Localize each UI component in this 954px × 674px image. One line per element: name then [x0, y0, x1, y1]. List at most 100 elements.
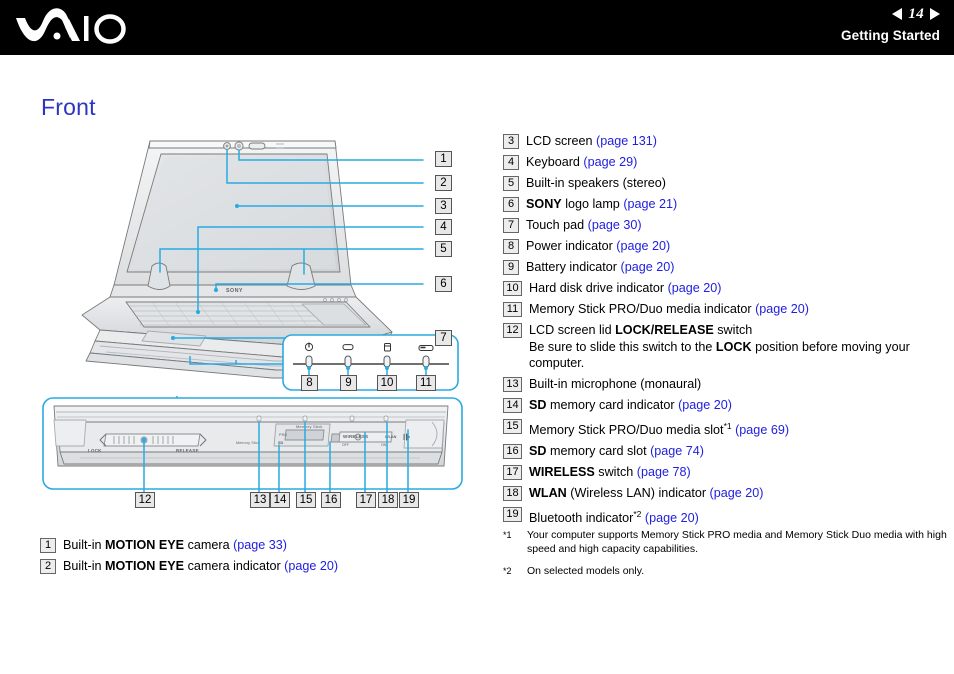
legend-item-10: 10 Hard disk drive indicator (page 20) — [503, 280, 948, 297]
footnotes-block: *1 Your computer supports Memory Stick PR… — [503, 528, 948, 590]
legend-number-13: 13 — [503, 377, 522, 392]
legend-number-5: 5 — [503, 176, 519, 191]
page-reference-link[interactable]: (page 74) — [650, 444, 704, 458]
legend-number-7: 7 — [503, 218, 519, 233]
legend-list-left: 1 Built-in MOTION EYE camera (page 33) 2 Bu… — [40, 537, 470, 579]
page-reference-link[interactable]: (page 20) — [616, 239, 670, 253]
vaio-logo — [14, 8, 136, 48]
document-page: 14 Getting Started Front SONY 1 2 3 4 5 … — [0, 0, 954, 674]
callout-box-16: 16 — [321, 492, 341, 508]
legend-number-6: 6 — [503, 197, 519, 212]
legend-number-17: 17 — [503, 465, 522, 481]
legend-text-4: Keyboard (page 29) — [526, 155, 638, 169]
legend-item-12: 12 LCD screen lid LOCK/RELEASE switch Be s… — [503, 322, 948, 372]
page-reference-link[interactable]: (page 33) — [233, 538, 287, 552]
legend-text-11: Memory Stick PRO/Duo media indicator (pa… — [529, 302, 809, 316]
legend-item-2: 2 Built-in MOTION EYE camera indicator (p… — [40, 558, 470, 575]
legend-item-6: 6 SONY logo lamp (page 21) — [503, 196, 948, 213]
legend-text-1: Built-in MOTION EYE camera (page 33) — [63, 538, 287, 552]
callout-box-14: 14 — [270, 492, 290, 508]
legend-number-4: 4 — [503, 155, 519, 170]
footnote-mark: *2 — [503, 566, 512, 576]
legend-number-10: 10 — [503, 281, 522, 296]
callout-box-5: 5 — [435, 241, 452, 257]
callout-box-11: 11 — [416, 375, 436, 391]
page-reference-link[interactable]: (page 30) — [588, 218, 642, 232]
page-reference-link[interactable]: (page 69) — [735, 423, 789, 437]
triangle-left-icon[interactable] — [892, 8, 903, 20]
legend-item-18: 18 WLAN (Wireless LAN) indicator (page 20… — [503, 485, 948, 502]
legend-text-8: Power indicator (page 20) — [526, 239, 671, 253]
figure-laptop-front-edge: LOCK RELEASE Memory Stick PRO SD Memory … — [40, 386, 465, 518]
legend-text-6: SONY logo lamp (page 21) — [526, 197, 678, 211]
page-navigator: 14 — [841, 4, 940, 24]
page-reference-link[interactable]: (page 20) — [621, 260, 675, 274]
header-right-block: 14 Getting Started — [841, 4, 940, 43]
page-reference-link[interactable]: (page 131) — [596, 134, 657, 148]
legend-text-13: Built-in microphone (monaural) — [529, 377, 702, 391]
legend-item-13: 13 Built-in microphone (monaural) — [503, 376, 948, 393]
legend-number-9: 9 — [503, 260, 519, 275]
figure-laptop-open: SONY 1 2 3 4 5 6 7 8 9 10 11 — [40, 132, 465, 394]
legend-number-15: 15 — [503, 419, 522, 434]
page-reference-link[interactable]: (page 20) — [678, 398, 732, 412]
callout-box-4: 4 — [435, 219, 452, 235]
page-reference-link[interactable]: (page 20) — [710, 486, 764, 500]
legend-text-16: SD memory card slot (page 74) — [529, 444, 704, 459]
legend-text-14: SD memory card indicator (page 20) — [529, 398, 732, 412]
svg-text:LOCK: LOCK — [88, 448, 102, 453]
legend-number-2: 2 — [40, 559, 56, 574]
page-reference-link[interactable]: (page 78) — [637, 465, 691, 479]
svg-text:Memory Stick: Memory Stick — [236, 441, 260, 445]
legend-number-11: 11 — [503, 302, 522, 317]
legend-number-3: 3 — [503, 134, 519, 149]
page-reference-link[interactable]: (page 20) — [645, 511, 699, 525]
svg-text:PRO: PRO — [279, 433, 287, 437]
footnote-marker: *1 — [723, 421, 732, 431]
legend-item-5: 5 Built-in speakers (stereo) — [503, 175, 948, 192]
callout-box-2: 2 — [435, 175, 452, 191]
page-reference-link[interactable]: (page 21) — [623, 197, 677, 211]
footnote-2: *2 On selected models only. — [503, 564, 948, 582]
legend-text-19: Bluetooth indicator*2 (page 20) — [529, 509, 699, 526]
svg-text:RELEASE: RELEASE — [176, 448, 199, 453]
callout-box-8: 8 — [301, 375, 318, 391]
legend-item-19: 19 Bluetooth indicator*2 (page 20) — [503, 506, 948, 527]
footnote-mark: *1 — [503, 530, 512, 540]
legend-number-12: 12 — [503, 323, 522, 338]
legend-item-16: 16 SD memory card slot (page 74) — [503, 443, 948, 460]
page-number: 14 — [908, 5, 924, 22]
legend-item-15: 15 Memory Stick PRO/Duo media slot*1 (pag… — [503, 418, 948, 439]
legend-number-19: 19 — [503, 507, 522, 523]
callout-box-10: 10 — [377, 375, 397, 391]
svg-text:SONY: SONY — [226, 288, 243, 294]
callout-box-1: 1 — [435, 151, 452, 167]
callout-box-12: 12 — [135, 492, 155, 508]
page-reference-link[interactable]: (page 20) — [284, 559, 338, 573]
legend-number-18: 18 — [503, 486, 522, 502]
legend-item-1: 1 Built-in MOTION EYE camera (page 33) — [40, 537, 470, 554]
legend-text-10: Hard disk drive indicator (page 20) — [529, 281, 722, 295]
footnote-text: On selected models only. — [527, 565, 645, 577]
triangle-right-icon[interactable] — [930, 8, 940, 20]
legend-text-9: Battery indicator (page 20) — [526, 260, 675, 274]
callout-box-19: 19 — [399, 492, 419, 508]
page-reference-link[interactable]: (page 29) — [583, 155, 637, 169]
legend-item-4: 4 Keyboard (page 29) — [503, 154, 948, 171]
legend-list-right: 3 LCD screen (page 131) 4 Keyboard (page 29… — [503, 133, 948, 531]
callout-box-13: 13 — [250, 492, 270, 508]
legend-text-17: WIRELESS switch (page 78) — [529, 465, 691, 480]
legend-number-1: 1 — [40, 538, 56, 553]
legend-number-14: 14 — [503, 398, 522, 413]
legend-item-8: 8 Power indicator (page 20) — [503, 238, 948, 255]
legend-item-14: 14 SD memory card indicator (page 20) — [503, 397, 948, 414]
legend-item-3: 3 LCD screen (page 131) — [503, 133, 948, 150]
legend-number-16: 16 — [503, 444, 522, 460]
callout-box-18: 18 — [378, 492, 398, 508]
legend-text-18: WLAN (Wireless LAN) indicator (page 20) — [529, 486, 764, 501]
footnote-text: Your computer supports Memory Stick PRO … — [527, 529, 947, 555]
page-reference-link[interactable]: (page 20) — [668, 281, 722, 295]
svg-text:ON: ON — [381, 443, 387, 447]
svg-text:Memory Stick: Memory Stick — [296, 424, 323, 429]
page-reference-link[interactable]: (page 20) — [755, 302, 809, 316]
